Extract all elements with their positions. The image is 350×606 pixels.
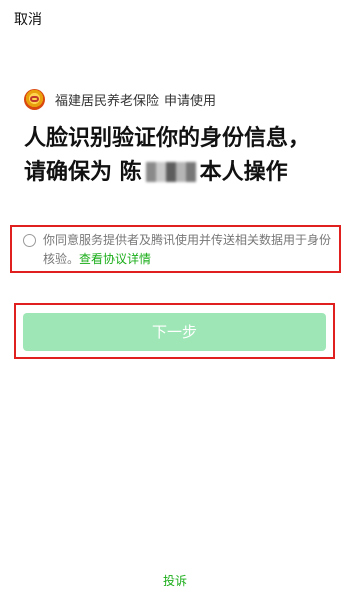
app-request-label: 申请使用	[164, 94, 217, 109]
page-title: 人脸识别验证你的身份信息， 请确保为 陈 本人操作	[24, 122, 334, 190]
app-name: 福建居民养老保险	[55, 94, 160, 109]
next-button[interactable]: 下一步	[23, 313, 326, 351]
view-agreement-link[interactable]: 查看协议详情	[79, 252, 151, 266]
complain-link[interactable]: 投诉	[0, 572, 350, 589]
app-info: 福建居民养老保险 申请使用	[24, 89, 216, 110]
headline-line2: 请确保为 陈 本人操作	[24, 156, 334, 190]
headline-line2-prefix: 请确保为 陈	[24, 160, 142, 185]
headline-line2-suffix: 本人操作	[199, 160, 288, 185]
headline-line1: 人脸识别验证你的身份信息，	[24, 126, 311, 151]
consent-text: 你同意服务提供者及腾讯使用并传送相关数据用于身份核验。查看协议详情	[43, 231, 333, 269]
app-logo-icon	[24, 89, 45, 110]
consent-radio[interactable]	[23, 234, 36, 247]
consent-highlight-box: 你同意服务提供者及腾讯使用并传送相关数据用于身份核验。查看协议详情	[10, 225, 341, 273]
masked-name-mosaic	[145, 162, 196, 182]
next-highlight-box: 下一步	[14, 303, 335, 359]
cancel-button[interactable]: 取消	[14, 9, 42, 29]
